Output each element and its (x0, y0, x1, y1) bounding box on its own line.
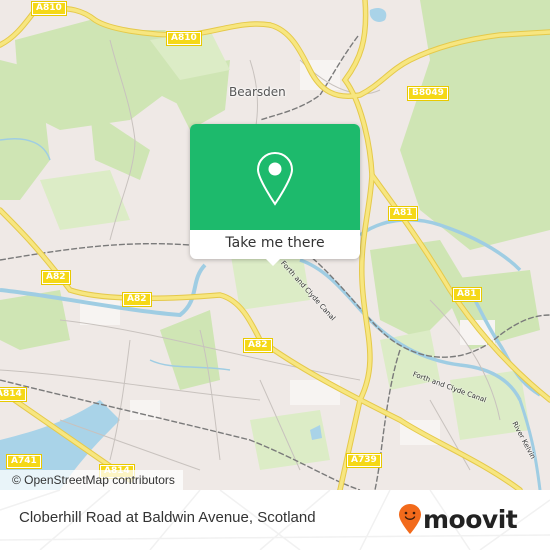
road-label-a739: A739 (346, 453, 382, 468)
popup-pointer (265, 258, 281, 266)
road-label-a82: A82 (41, 270, 71, 285)
map-view[interactable]: Bearsden A810 A810 B8049 A81 A81 A82 A82… (0, 0, 550, 490)
location-popup: Take me there (190, 124, 360, 266)
road-label-b8049: B8049 (407, 86, 449, 101)
attribution-text: © OpenStreetMap contributors (12, 473, 175, 487)
map-pin-icon (256, 151, 294, 206)
road-label-a814: A814 (0, 387, 27, 402)
road-label-a82: A82 (243, 338, 273, 353)
road-label-a810: A810 (166, 31, 202, 46)
moovit-logo[interactable]: moovit (398, 502, 518, 536)
footer-bar: Cloberhill Road at Baldwin Avenue, Scotl… (0, 490, 550, 550)
map-attribution[interactable]: © OpenStreetMap contributors (0, 470, 183, 490)
popup-header (190, 124, 360, 230)
moovit-pin-icon (399, 504, 421, 534)
road-label-a81: A81 (452, 287, 482, 302)
road-label-a81: A81 (388, 206, 418, 221)
take-me-there-button[interactable]: Take me there (190, 230, 360, 259)
moovit-wordmark: moovit (423, 504, 518, 534)
place-label-bearsden: Bearsden (229, 85, 286, 99)
stop-name: Cloberhill Road at Baldwin Avenue, Scotl… (19, 509, 316, 526)
road-label-a82: A82 (122, 292, 152, 307)
road-label-a741: A741 (6, 454, 42, 469)
road-label-a810: A810 (31, 1, 67, 16)
